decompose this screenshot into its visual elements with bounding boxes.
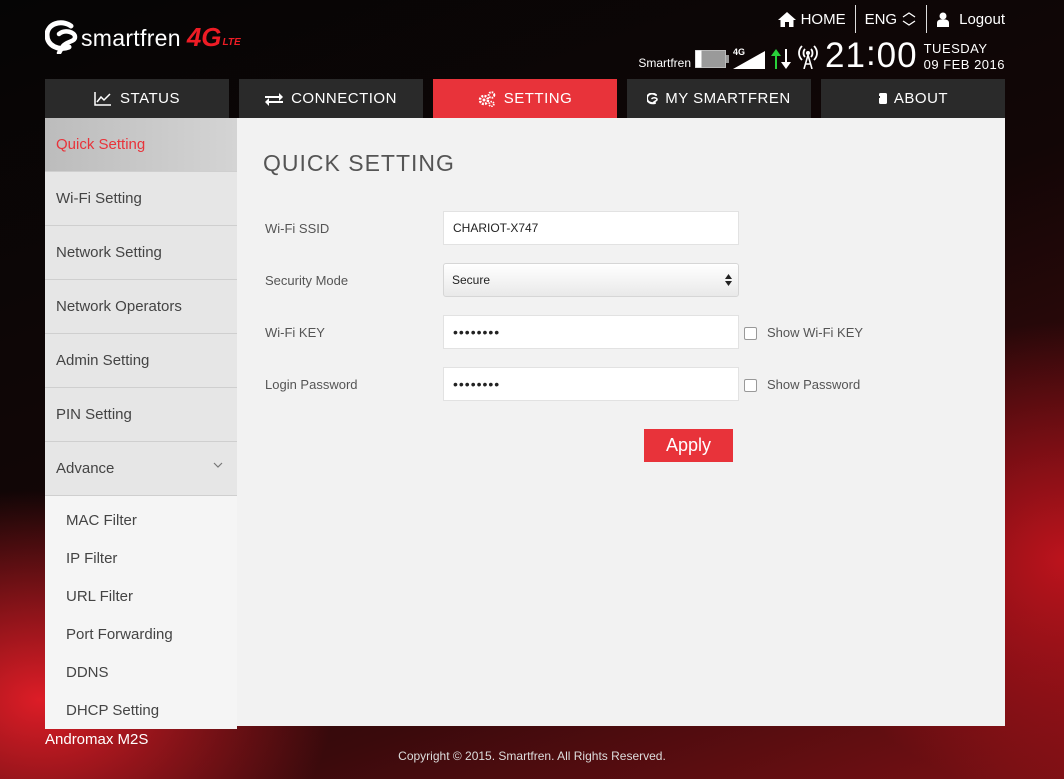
- sidebar-subitem-ip-filter[interactable]: IP Filter: [45, 539, 237, 577]
- sidebar-subitem-ddns[interactable]: DDNS: [45, 653, 237, 691]
- data-transfer-icon: [771, 49, 791, 69]
- smartfren-logo[interactable]: smartfren 4G LTE: [45, 20, 241, 54]
- login-password-input[interactable]: ••••••••: [443, 367, 739, 401]
- sidebar-subitem-label: Port Forwarding: [66, 625, 173, 643]
- login-password-label: Login Password: [265, 376, 358, 392]
- show-wifi-key-checkbox[interactable]: [744, 326, 757, 340]
- security-mode-value: Secure: [452, 273, 491, 287]
- login-password-row: Login Password •••••••• Show Password: [265, 367, 965, 401]
- ssid-label: Wi-Fi SSID: [265, 220, 330, 236]
- sidebar-item-network-setting[interactable]: Network Setting: [45, 226, 237, 280]
- copyright-text: Copyright © 2015. Smartfren. All Rights …: [398, 749, 666, 763]
- tab-connection[interactable]: CONNECTION: [239, 79, 423, 118]
- show-password-toggle[interactable]: Show Password: [744, 377, 860, 392]
- sidebar-subitem-mac-filter[interactable]: MAC Filter: [45, 501, 237, 539]
- home-label: HOME: [800, 10, 846, 28]
- show-password-label: Show Password: [767, 376, 861, 392]
- sidebar-subitem-label: URL Filter: [66, 587, 133, 605]
- home-link[interactable]: HOME: [769, 11, 855, 28]
- logout-link[interactable]: Logout: [927, 11, 1005, 28]
- advance-submenu: MAC Filter IP Filter URL Filter Port For…: [45, 496, 237, 729]
- language-label: ENG: [864, 10, 898, 28]
- sidebar-item-label: Wi-Fi Setting: [56, 190, 142, 207]
- sidebar-item-network-operators[interactable]: Network Operators: [45, 280, 237, 334]
- security-mode-select[interactable]: Secure: [443, 263, 739, 297]
- language-selector[interactable]: ENG: [856, 11, 927, 28]
- sidebar-item-admin-setting[interactable]: Admin Setting: [45, 334, 237, 388]
- tab-label: ABOUT: [893, 90, 949, 107]
- battery-icon: [695, 50, 729, 68]
- sidebar-item-wifi-setting[interactable]: Wi-Fi Setting: [45, 172, 237, 226]
- wifi-key-row: Wi-Fi KEY •••••••• Show Wi-Fi KEY: [265, 315, 965, 349]
- settings-sidebar: Quick Setting Wi-Fi Setting Network Sett…: [45, 118, 237, 729]
- chevron-down-icon: [213, 462, 223, 468]
- tab-my-smartfren[interactable]: MY SMARTFREN: [627, 79, 811, 118]
- sidebar-item-advance[interactable]: Advance: [45, 442, 237, 496]
- device-icon: [877, 93, 887, 104]
- sidebar-item-label: Admin Setting: [56, 352, 150, 369]
- gears-icon: [478, 90, 496, 107]
- tab-setting[interactable]: SETTING: [433, 79, 617, 118]
- user-icon: [937, 12, 950, 27]
- signal-strength-icon: 4G: [733, 47, 765, 69]
- main-nav-tabs: STATUS CONNECTION SETTING MY SMARTFREN A…: [45, 79, 1005, 118]
- logo-wordmark: smartfren: [81, 24, 181, 51]
- tab-label: SETTING: [503, 90, 573, 107]
- logout-label: Logout: [959, 10, 1005, 28]
- operator-name: Smartfren: [638, 56, 691, 70]
- sidebar-item-label: Quick Setting: [56, 136, 146, 153]
- logo-lte: LTE: [222, 36, 241, 48]
- sidebar-subitem-label: DDNS: [66, 663, 109, 681]
- chevron-up-down-icon: [902, 12, 916, 26]
- clock: 21:00: [825, 34, 918, 75]
- security-mode-label: Security Mode: [265, 272, 349, 288]
- home-icon: [777, 11, 796, 27]
- sidebar-item-pin-setting[interactable]: PIN Setting: [45, 388, 237, 442]
- clock-hours: 21: [825, 36, 866, 75]
- sidebar-item-label: Advance: [56, 460, 115, 477]
- security-mode-row: Security Mode Secure: [265, 263, 965, 297]
- clock-minutes: 00: [876, 36, 918, 75]
- top-links: HOME ENG Logout: [769, 4, 1005, 34]
- wifi-key-label: Wi-Fi KEY: [265, 324, 325, 340]
- sidebar-subitem-label: IP Filter: [66, 549, 118, 567]
- device-model: Andromax M2S: [45, 731, 149, 748]
- smartfren-icon: [647, 92, 659, 104]
- apply-button[interactable]: Apply: [644, 429, 733, 462]
- sidebar-subitem-port-forwarding[interactable]: Port Forwarding: [45, 615, 237, 653]
- show-wifi-key-toggle[interactable]: Show Wi-Fi KEY: [744, 325, 863, 340]
- show-wifi-key-label: Show Wi-Fi KEY: [767, 324, 864, 340]
- ssid-row: Wi-Fi SSID CHARIOT-X747: [265, 211, 965, 245]
- ssid-input[interactable]: CHARIOT-X747: [443, 211, 739, 245]
- chart-icon: [94, 91, 112, 106]
- network-type-label: 4G: [733, 47, 745, 57]
- show-password-checkbox[interactable]: [744, 378, 757, 392]
- sidebar-item-label: PIN Setting: [56, 406, 132, 423]
- tab-label: CONNECTION: [291, 90, 397, 107]
- content-panel: Quick Setting Wi-Fi Setting Network Sett…: [45, 118, 1005, 729]
- sidebar-item-label: Network Setting: [56, 244, 162, 261]
- sidebar-subitem-label: MAC Filter: [66, 511, 137, 529]
- quick-setting-form-area: QUICK SETTING Wi-Fi SSID CHARIOT-X747 Se…: [237, 118, 1005, 726]
- sidebar-subitem-url-filter[interactable]: URL Filter: [45, 577, 237, 615]
- device-status-bar: Smartfren 4G 21:00 TUESDAY 09 FEB 2016: [638, 34, 1005, 75]
- tab-about[interactable]: ABOUT: [821, 79, 1005, 118]
- logo-4g: 4G: [186, 21, 222, 52]
- date-label: 09 FEB 2016: [923, 57, 1005, 72]
- tab-label: STATUS: [120, 90, 180, 107]
- day-label: TUESDAY: [923, 41, 988, 56]
- sidebar-subitem-label: DHCP Setting: [66, 701, 160, 719]
- wifi-key-input[interactable]: ••••••••: [443, 315, 739, 349]
- page-title: QUICK SETTING: [263, 150, 455, 176]
- sidebar-item-quick-setting[interactable]: Quick Setting: [45, 118, 237, 172]
- date-display: TUESDAY 09 FEB 2016: [924, 41, 1005, 73]
- smartfren-logo-icon: [45, 20, 78, 54]
- sidebar-subitem-dhcp-setting[interactable]: DHCP Setting: [45, 691, 237, 729]
- tab-label: MY SMARTFREN: [665, 90, 791, 107]
- select-arrows-icon: [725, 274, 732, 286]
- antenna-icon: [798, 45, 818, 69]
- transfer-icon: [265, 92, 284, 106]
- sidebar-item-label: Network Operators: [56, 298, 182, 315]
- tab-status[interactable]: STATUS: [45, 79, 229, 118]
